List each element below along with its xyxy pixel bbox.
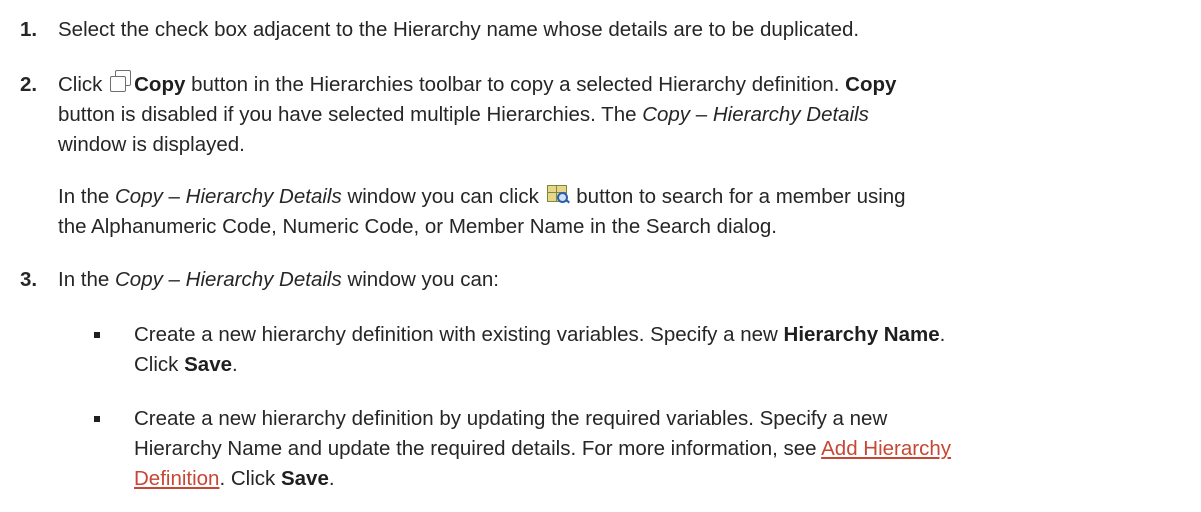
step-text: window you can: xyxy=(347,268,499,291)
hierarchy-name-label: Hierarchy Name xyxy=(783,323,940,346)
bullet-text: Click xyxy=(134,353,179,376)
para-text: In the xyxy=(58,185,110,208)
copy-label: Copy xyxy=(845,73,897,96)
bullet-text: . Click xyxy=(219,467,276,490)
bullet-line: Create a new hierarchy definition with e… xyxy=(134,320,945,350)
copy-icon xyxy=(110,70,132,92)
add-hierarchy-definition-link[interactable]: Add Hierarchy xyxy=(821,437,951,460)
bullet-text: Create a new hierarchy definition by upd… xyxy=(134,407,888,430)
bullet-text: Hierarchy Name and update the required d… xyxy=(134,437,817,460)
step-line: Click Copy button in the Hierarchies too… xyxy=(58,70,896,100)
step-text: window is displayed. xyxy=(58,133,245,156)
bullet-marker xyxy=(94,332,100,338)
bullet-line: Definition. Click Save. xyxy=(134,464,335,494)
punctuation: . xyxy=(939,323,946,346)
step-number: 1. xyxy=(20,18,38,41)
step-text: In the xyxy=(58,268,110,291)
step-line: button is disabled if you have selected … xyxy=(58,100,869,130)
add-hierarchy-definition-link[interactable]: Definition xyxy=(134,467,219,490)
para-text: the Alphanumeric Code, Numeric Code, or … xyxy=(58,215,777,238)
search-member-icon xyxy=(546,185,570,205)
bullet-line: Create a new hierarchy definition by upd… xyxy=(134,404,887,434)
step-text: button in the Hierarchies toolbar to cop… xyxy=(185,73,840,96)
click-word: Click xyxy=(58,73,103,96)
bullet-marker xyxy=(94,416,100,422)
window-name: Copy – Hierarchy Details xyxy=(642,103,869,126)
punctuation: . xyxy=(232,353,238,376)
step-line: In the Copy – Hierarchy Details window y… xyxy=(58,265,499,295)
para-text: window you can click xyxy=(347,185,539,208)
save-label: Save xyxy=(280,467,329,490)
instruction-page: 1. Select the check box adjacent to the … xyxy=(0,0,1201,512)
para-text: button to search for a member using xyxy=(576,185,906,208)
step-number: 2. xyxy=(20,73,38,96)
step-line: the Alphanumeric Code, Numeric Code, or … xyxy=(58,212,777,242)
step-line: In the Copy – Hierarchy Details window y… xyxy=(58,182,906,212)
step-text: Select the check box adjacent to the Hie… xyxy=(58,18,860,41)
copy-label: Copy xyxy=(134,73,186,96)
punctuation: . xyxy=(328,467,335,490)
bullet-line: Hierarchy Name and update the required d… xyxy=(134,434,951,464)
step-number: 3. xyxy=(20,268,38,291)
window-name: Copy – Hierarchy Details xyxy=(115,268,342,291)
window-name: Copy – Hierarchy Details xyxy=(115,185,342,208)
step-text: button is disabled if you have selected … xyxy=(58,103,637,126)
bullet-text: Create a new hierarchy definition with e… xyxy=(134,323,778,346)
step-line: window is displayed. xyxy=(58,130,245,160)
save-label: Save xyxy=(184,353,233,376)
bullet-line: Click Save. xyxy=(134,350,238,380)
